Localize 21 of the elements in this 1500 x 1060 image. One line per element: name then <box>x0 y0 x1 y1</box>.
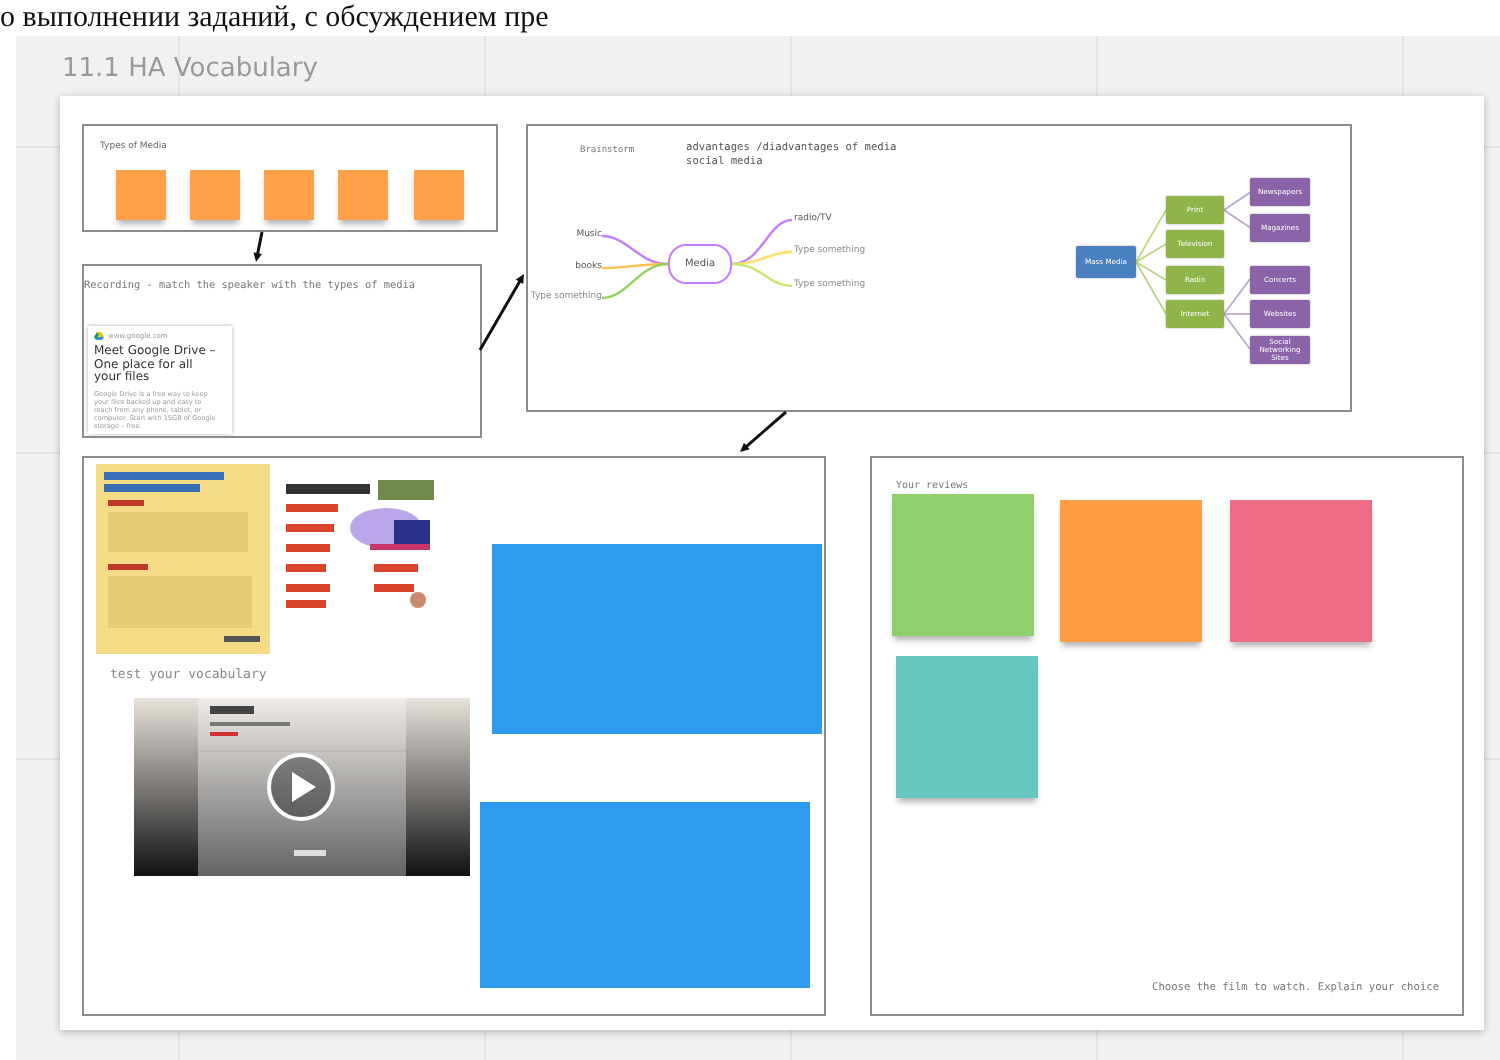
sticky-note[interactable] <box>264 170 314 220</box>
play-icon[interactable] <box>266 752 336 822</box>
board-title: 11.1 HA Vocabulary <box>62 54 318 84</box>
sticky-note[interactable] <box>414 170 464 220</box>
sticky-note[interactable] <box>116 170 166 220</box>
link-card[interactable] <box>88 326 232 434</box>
sticky-note[interactable] <box>190 170 240 220</box>
heading-text: о выполнении заданий, с обсуждением пре <box>0 0 549 36</box>
connector-line <box>1223 191 1251 211</box>
sticky-note[interactable] <box>892 494 1034 636</box>
color-block[interactable] <box>480 802 810 988</box>
sticky-note[interactable] <box>1230 500 1372 642</box>
sticky-note[interactable] <box>338 170 388 220</box>
drive-icon <box>94 332 104 340</box>
connector-line <box>1223 209 1251 229</box>
color-block[interactable] <box>492 544 822 734</box>
sticky-note[interactable] <box>896 656 1038 798</box>
arrow <box>478 274 524 351</box>
arrow <box>253 231 264 262</box>
sticky-note[interactable] <box>1060 500 1202 642</box>
arrow <box>740 410 787 452</box>
